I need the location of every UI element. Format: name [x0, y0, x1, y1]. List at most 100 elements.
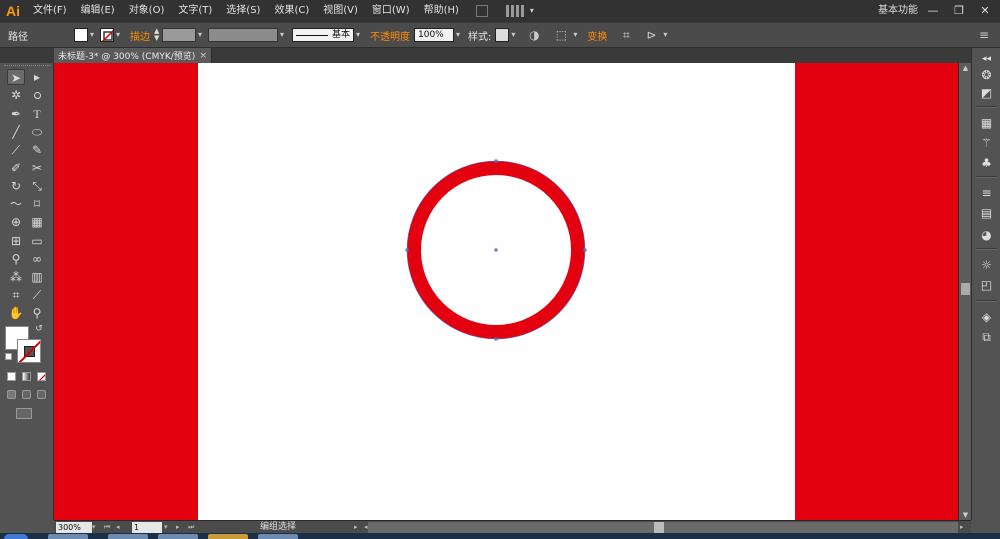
draw-behind-icon[interactable] [22, 390, 31, 399]
menu-file[interactable]: 文件(F) [26, 0, 74, 22]
start-button[interactable] [4, 534, 28, 539]
zoom-icon[interactable]: ⚲ [28, 305, 46, 321]
chevron-down-icon[interactable]: ▾ [114, 28, 122, 42]
brush-definition-field[interactable]: 基本 [292, 28, 354, 42]
scale-icon[interactable]: ⤡ [28, 178, 46, 194]
paintbrush-icon[interactable]: ⟋ [7, 142, 25, 158]
pencil-icon[interactable]: ✎ [28, 142, 46, 158]
menu-view[interactable]: 视图(V) [316, 0, 365, 22]
column-graph-icon[interactable]: ▥ [28, 269, 46, 285]
draw-normal-icon[interactable] [7, 390, 16, 399]
artboard-icon[interactable]: ⌗ [7, 287, 25, 303]
gradient-icon[interactable]: ▭ [28, 233, 46, 249]
hand-icon[interactable]: ✋ [7, 305, 25, 321]
graphic-styles-icon[interactable]: ◰ [978, 278, 995, 293]
close-icon[interactable]: ✕ [972, 0, 998, 20]
menu-window[interactable]: 窗口(W) [365, 0, 417, 22]
recolor-artwork-icon[interactable]: ◑ [527, 28, 541, 42]
control-panel-menu-icon[interactable]: ≡ [977, 28, 991, 42]
panel-options-icon[interactable]: ⊳ [644, 28, 658, 42]
blend-icon[interactable]: ∞ [28, 251, 46, 267]
vertical-scroll-thumb[interactable] [961, 283, 970, 295]
color-mode-icon[interactable] [7, 372, 16, 381]
minimize-icon[interactable]: — [920, 0, 946, 20]
variable-width-profile[interactable] [208, 28, 278, 42]
anchor-point-left[interactable] [405, 248, 409, 252]
fill-swatch[interactable] [74, 28, 88, 42]
lasso-icon[interactable]: ഠ [28, 87, 46, 103]
menu-object[interactable]: 对象(O) [122, 0, 172, 22]
warp-icon[interactable]: 〜 [7, 196, 25, 212]
taskbar-app-button[interactable] [258, 534, 298, 539]
taskbar-app-button[interactable] [208, 534, 248, 539]
appearance-icon[interactable]: ☼ [978, 258, 995, 273]
artboard[interactable] [198, 63, 795, 520]
canvas-area[interactable] [54, 63, 958, 520]
menu-edit[interactable]: 编辑(E) [74, 0, 122, 22]
ellipse-icon[interactable]: ⬭ [28, 124, 46, 140]
slice-icon[interactable]: ⟋ [28, 287, 46, 303]
chevron-down-icon[interactable]: ▾ [528, 4, 536, 18]
anchor-point-right[interactable] [583, 248, 587, 252]
screen-mode-icon[interactable] [16, 408, 32, 419]
eyedropper-icon[interactable]: ⚲ [7, 251, 25, 267]
gradient-mode-icon[interactable] [22, 372, 31, 381]
workspace-switcher[interactable]: 基本功能 [878, 0, 918, 22]
align-icon[interactable]: ⬚ [554, 28, 568, 42]
stroke-panel-icon[interactable]: ≡ [978, 186, 995, 201]
graphic-style-swatch[interactable] [495, 28, 510, 42]
perspective-grid-icon[interactable]: ▦ [28, 214, 46, 230]
anchor-point-top[interactable] [494, 159, 498, 163]
line-segment-icon[interactable]: ╱ [7, 124, 25, 140]
chevron-down-icon[interactable]: ▾ [196, 28, 204, 42]
chevron-down-icon[interactable]: ▾ [88, 28, 96, 42]
symbol-sprayer-icon[interactable]: ⁂ [7, 269, 25, 285]
symbols-icon[interactable]: ♣ [978, 156, 995, 171]
blob-brush-icon[interactable]: ✐ [7, 160, 25, 176]
document-tab[interactable]: 未标题-3* @ 300% (CMYK/预览) × [54, 48, 212, 63]
transform-link[interactable]: 变换 [587, 28, 607, 43]
chevron-down-icon[interactable]: ▾ [454, 28, 462, 42]
color-guide-icon[interactable]: ❂ [978, 68, 995, 83]
close-icon[interactable]: × [199, 51, 207, 61]
arrange-documents-icon[interactable] [505, 5, 524, 17]
chevron-down-icon[interactable]: ▾ [571, 28, 579, 42]
swap-fill-stroke-icon[interactable]: ↺ [34, 321, 44, 337]
layers-icon[interactable]: ◈ [978, 310, 995, 325]
restore-icon[interactable]: ❐ [946, 0, 972, 20]
stroke-swatch[interactable] [100, 28, 114, 42]
stroke-link[interactable]: 描边 [130, 28, 150, 43]
stroke-weight-field[interactable] [162, 28, 196, 42]
type-icon[interactable]: T [28, 106, 46, 122]
bridge-icon[interactable] [475, 5, 488, 17]
none-mode-icon[interactable] [37, 372, 46, 381]
swatches-icon[interactable]: ▦ [978, 116, 995, 131]
zoom-level-field[interactable]: 300% [56, 522, 92, 533]
menu-help[interactable]: 帮助(H) [417, 0, 466, 22]
panel-grip[interactable] [4, 65, 50, 68]
artboard-number-field[interactable]: 1 [132, 522, 162, 533]
horizontal-scrollbar[interactable] [368, 522, 958, 533]
default-colors-icon[interactable] [5, 353, 12, 360]
draw-inside-icon[interactable] [37, 390, 46, 399]
free-transform-icon[interactable]: ⌑ [28, 196, 46, 212]
mesh-icon[interactable]: ⊞ [7, 233, 25, 249]
menu-type[interactable]: 文字(T) [171, 0, 219, 22]
magic-wand-icon[interactable]: ✲ [7, 87, 25, 103]
selection-arrow-icon[interactable]: ➤ [7, 69, 25, 85]
transparency-icon[interactable]: ◕ [978, 228, 995, 243]
artboards-icon[interactable]: ⧉ [978, 330, 995, 345]
scissors-icon[interactable]: ✂ [28, 160, 46, 176]
shape-builder-icon[interactable]: ⊕ [7, 214, 25, 230]
opacity-field[interactable]: 100% [414, 28, 454, 42]
chevron-down-icon[interactable]: ▾ [278, 28, 286, 42]
menu-select[interactable]: 选择(S) [219, 0, 267, 22]
stroke-color-box[interactable] [17, 339, 41, 363]
pen-icon[interactable]: ✒ [7, 106, 25, 122]
horizontal-scroll-thumb[interactable] [654, 522, 664, 533]
color-panel-icon[interactable]: ◩ [978, 86, 995, 101]
chevron-down-icon[interactable]: ▾ [509, 28, 517, 42]
gradient-panel-icon[interactable]: ▤ [978, 206, 995, 221]
chevron-down-icon[interactable]: ▾ [661, 28, 669, 42]
brushes-icon[interactable]: ⚚ [978, 136, 995, 151]
